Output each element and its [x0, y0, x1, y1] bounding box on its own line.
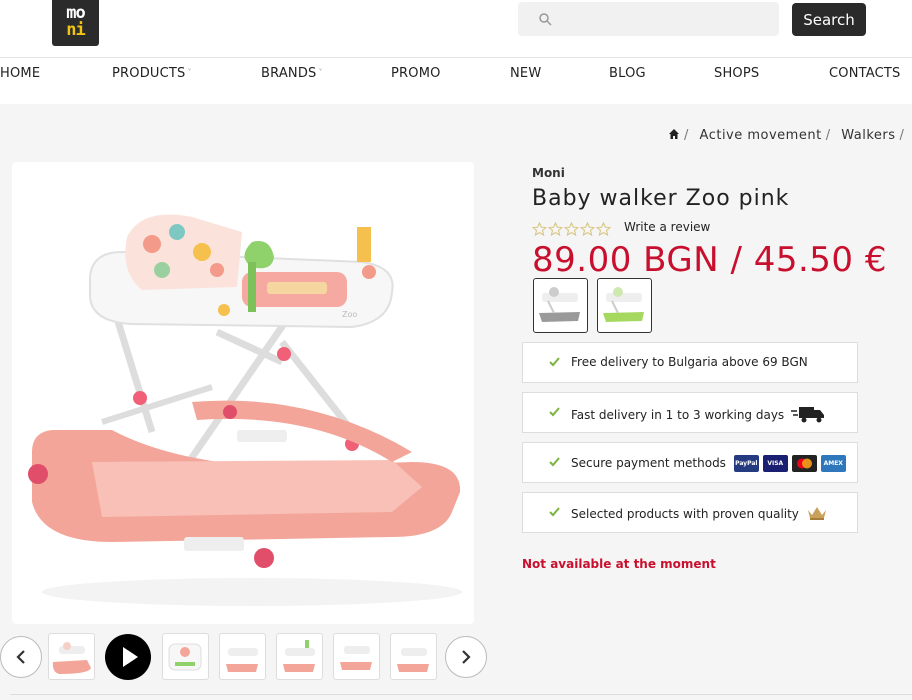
thumbnail-image[interactable] [162, 633, 209, 680]
amex-icon: AMEX [820, 455, 846, 472]
site-header: mo ni Search HOME PRODUCTS ˅ BRANDS ˅ PROM… [0, 0, 912, 104]
paypal-icon: PayPal [733, 455, 759, 472]
product-brand[interactable]: Moni [532, 166, 565, 180]
thumbnail-image[interactable] [276, 633, 323, 680]
nav-item-promo[interactable]: PROMO [391, 66, 441, 81]
check-icon [549, 457, 560, 467]
check-icon [549, 357, 560, 367]
nav-item-home[interactable]: HOME [0, 66, 40, 81]
chevron-down-icon: ˅ [318, 68, 323, 77]
nav-item-new[interactable]: NEW [510, 66, 541, 81]
feature-text: Selected products with proven quality [571, 505, 828, 521]
color-variant-green[interactable] [597, 278, 652, 333]
search-icon [539, 13, 552, 26]
moni-logo[interactable]: mo ni [52, 0, 99, 46]
logo-line-2: ni [66, 20, 86, 40]
star-icon [564, 222, 579, 236]
star-icon [548, 222, 563, 236]
visa-icon: VISA [762, 455, 788, 472]
nav-item-products[interactable]: PRODUCTS ˅ [112, 66, 192, 81]
feature-text: Secure payment methods PayPal VISA AMEX [571, 455, 846, 472]
nav-item-blog[interactable]: BLOG [609, 66, 646, 81]
chevron-right-icon [462, 650, 471, 664]
breadcrumb: / Active movement/ Walkers/ B [668, 128, 912, 143]
feature-text: Free delivery to Bulgaria above 69 BGN [571, 355, 808, 369]
next-image-button[interactable] [445, 636, 487, 678]
star-icon [580, 222, 595, 236]
feature-quality: Selected products with proven quality [522, 492, 858, 533]
search-button[interactable]: Search [792, 3, 866, 36]
thumbnail-image[interactable] [48, 633, 95, 680]
thumbnail-image[interactable] [333, 633, 380, 680]
chevron-left-icon [16, 650, 25, 664]
nav-item-contacts[interactable]: CONTACTS [829, 66, 901, 81]
check-icon [549, 507, 560, 517]
play-icon [123, 647, 138, 667]
search-input[interactable] [562, 8, 772, 30]
availability-status: Not available at the moment [522, 557, 716, 571]
play-video-button[interactable] [105, 634, 151, 680]
product-title: Baby walker Zoo pink [532, 186, 790, 211]
section-divider [10, 694, 912, 695]
product-main-image[interactable]: Zoo [12, 162, 474, 624]
star-icon [532, 222, 547, 236]
feature-secure-payment: Secure payment methods PayPal VISA AMEX [522, 442, 858, 483]
nav-item-shops[interactable]: SHOPS [714, 66, 759, 81]
feature-text: Fast delivery in 1 to 3 working days [571, 405, 825, 423]
main-nav: HOME PRODUCTS ˅ BRANDS ˅ PROMO NEW BLOG SH… [0, 66, 912, 84]
rating-stars[interactable] [532, 221, 612, 240]
delivery-truck-icon [791, 407, 825, 423]
nav-item-brands[interactable]: BRANDS ˅ [261, 66, 323, 81]
svg-text:Zoo: Zoo [342, 310, 357, 319]
nav-divider [0, 57, 912, 58]
home-icon[interactable] [668, 128, 680, 140]
breadcrumb-walkers[interactable]: Walkers [841, 128, 895, 143]
thumbnail-image[interactable] [390, 633, 437, 680]
star-icon [596, 222, 611, 236]
write-review-link[interactable]: Write a review [624, 220, 710, 234]
check-icon [549, 407, 560, 417]
chevron-down-icon: ˅ [187, 68, 192, 77]
mastercard-icon [791, 455, 817, 472]
product-price: 89.00 BGN / 45.50 € [532, 240, 887, 280]
previous-image-button[interactable] [0, 636, 42, 678]
feature-fast-delivery: Fast delivery in 1 to 3 working days [522, 392, 858, 433]
color-variant-grey[interactable] [533, 278, 588, 333]
thumbnail-strip [0, 633, 490, 683]
baby-walker-image: Zoo [28, 214, 462, 606]
breadcrumb-active-movement[interactable]: Active movement [700, 128, 822, 143]
thumbnail-image[interactable] [219, 633, 266, 680]
search-box [518, 2, 779, 36]
feature-free-delivery: Free delivery to Bulgaria above 69 BGN [522, 342, 858, 383]
crown-icon [807, 507, 826, 520]
